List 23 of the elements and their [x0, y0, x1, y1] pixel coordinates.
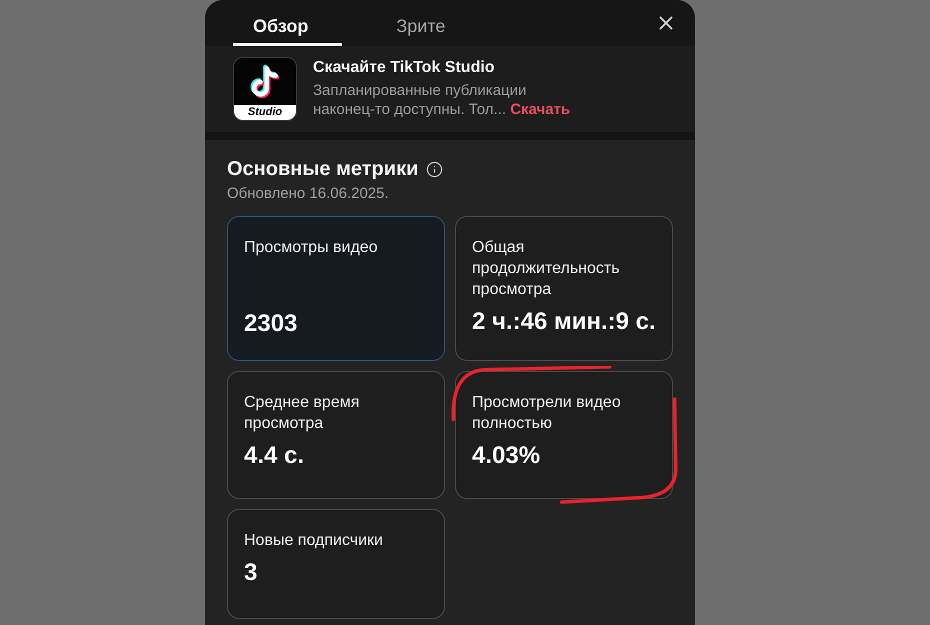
metric-value: 2 ч.:46 мин.:9 с.: [472, 308, 656, 336]
download-link[interactable]: Скачать: [510, 101, 570, 118]
metric-card[interactable]: Общая продолжительность просмотра 2 ч.:46 мин.:9 с.: [455, 216, 673, 361]
metric-card[interactable]: Просмотры видео 2303: [227, 216, 445, 361]
tab[interactable]: Зрите: [376, 0, 480, 46]
metric-value: 4.4 с.: [244, 442, 306, 470]
metric-value: 4.03%: [472, 442, 542, 470]
metric-label: Просмотры видео: [244, 238, 379, 258]
music-note-icon: [248, 64, 282, 98]
updated-date: Обновлено 16.06.2025.: [227, 185, 390, 202]
metric-value: 3: [244, 559, 258, 587]
banner-title: Скачайте TikTok Studio: [313, 59, 496, 77]
logo-label: Studio: [234, 105, 296, 120]
section-title: Основные метрики: [227, 158, 418, 181]
metric-value: 2303: [244, 310, 298, 338]
metric-label: Новые подписчики: [244, 531, 384, 551]
metric-card[interactable]: Новые подписчики 3: [227, 509, 445, 619]
info-icon[interactable]: [426, 161, 444, 178]
metric-label: Общая продолжительность просмотра: [472, 238, 621, 300]
metric-card[interactable]: Среднее время просмотра 4.4 с.: [227, 371, 445, 499]
metric-label: Среднее время просмотра: [244, 393, 360, 434]
banner-description: Запланированные публикации наконец-то доступны. Тол... Скачать: [313, 81, 572, 119]
metric-label: Просмотрели видео полностью: [472, 393, 622, 434]
